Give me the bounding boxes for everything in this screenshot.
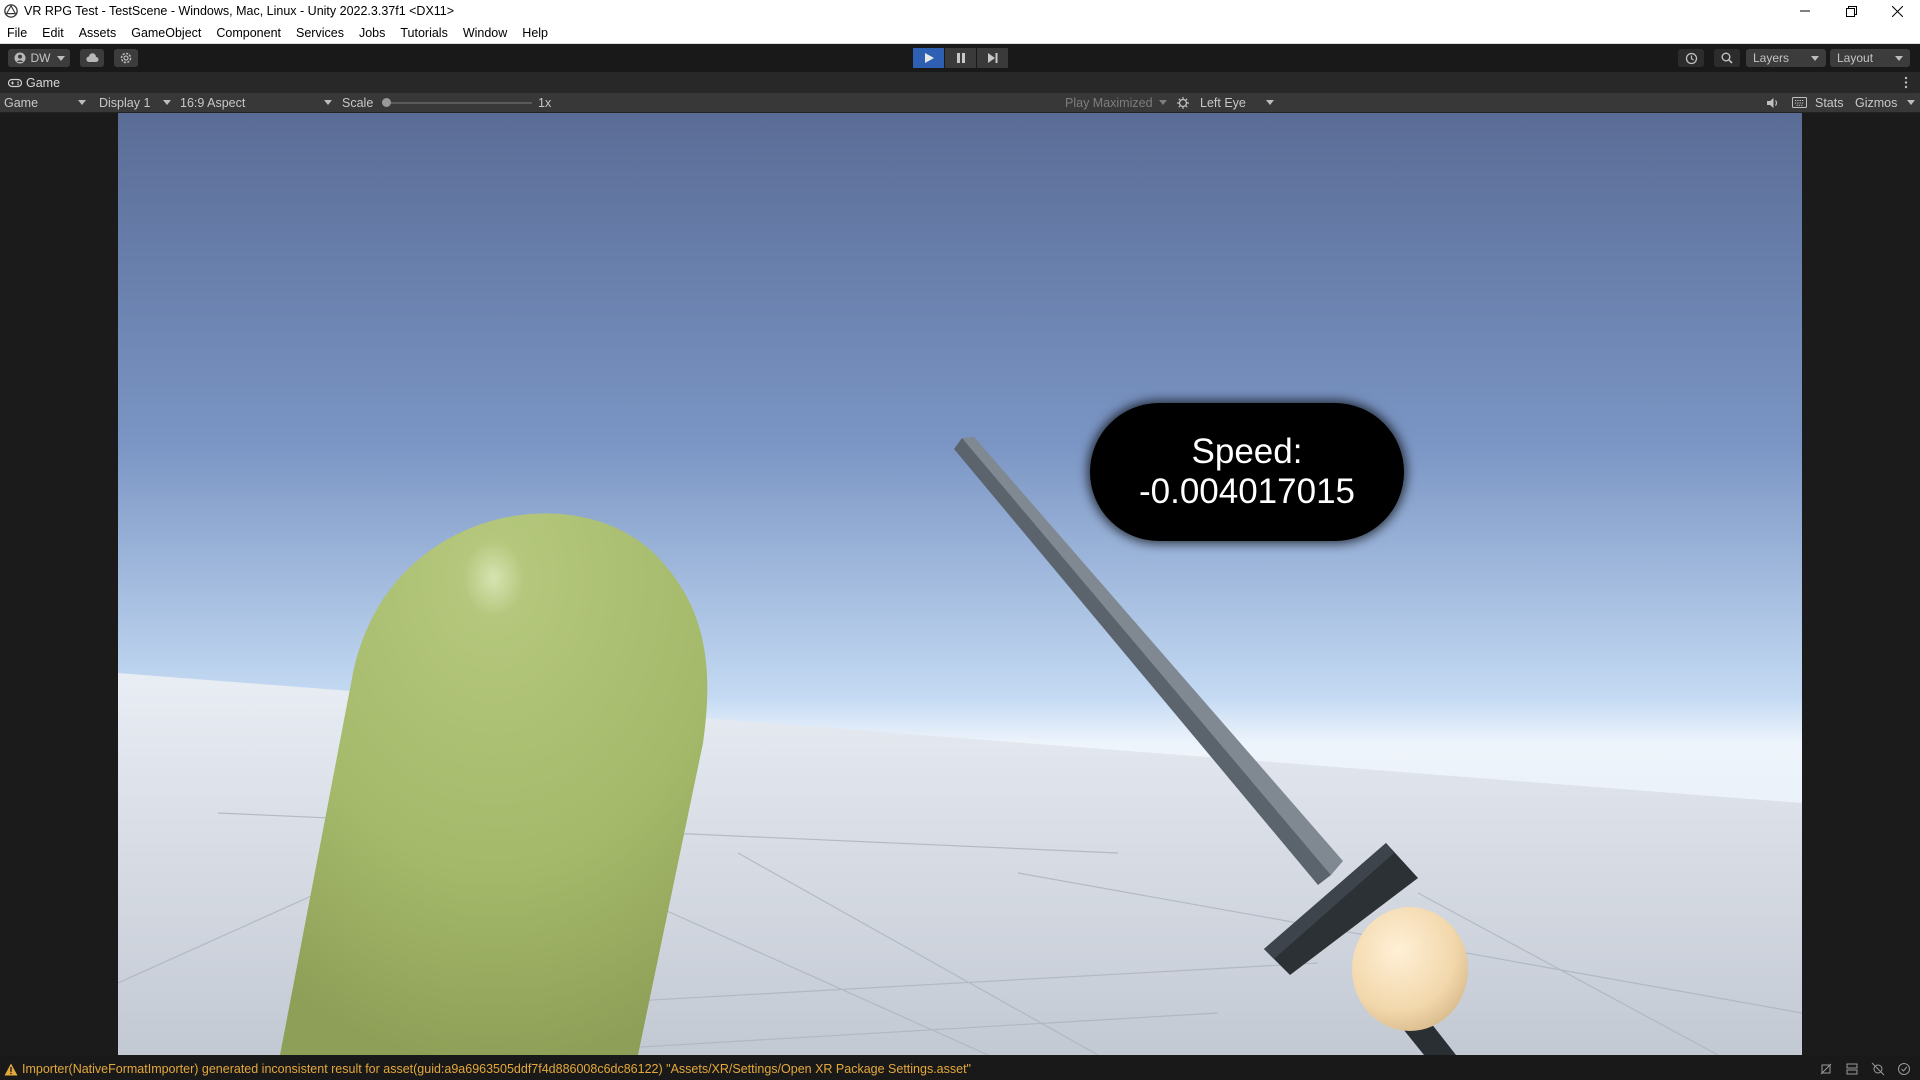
status-message[interactable]: Importer(NativeFormatImporter) generated… [22,1062,971,1076]
chevron-down-icon [1811,55,1819,61]
status-bar[interactable]: Importer(NativeFormatImporter) generated… [0,1058,1920,1080]
step-button[interactable] [977,48,1008,68]
tab-game[interactable]: Game [8,76,60,90]
unity-logo-icon [4,4,18,18]
scale-label: Scale [342,95,374,110]
menu-gameobject[interactable]: GameObject [123,26,208,40]
gizmos-dropdown[interactable]: Gizmos [1855,93,1915,112]
menu-edit[interactable]: Edit [34,26,71,40]
check-circle-icon[interactable] [1896,1061,1912,1077]
game-viewport[interactable]: Speed: -0.004017015 [118,113,1802,1055]
display-label: Display 1 [99,95,151,110]
chevron-down-icon [1159,100,1167,105]
scale-value: 1x [538,95,552,110]
account-label: DW [30,51,51,65]
more-options-icon[interactable] [1904,76,1908,89]
keyboard-toggle[interactable] [1792,93,1807,112]
hand-sphere [1352,907,1468,1031]
menu-window[interactable]: Window [455,26,514,40]
lighting-icon[interactable] [1870,1061,1886,1077]
debug-icon[interactable] [1818,1061,1834,1077]
cloud-button[interactable] [80,49,104,67]
game-view[interactable]: Speed: -0.004017015 [0,113,1920,1055]
window-title: VR RPG Test - TestScene - Windows, Mac, … [24,4,455,18]
chevron-down-icon [1895,55,1903,61]
chevron-down-icon [324,100,332,105]
tab-strip: Game [0,72,1920,93]
speed-value: -0.004017015 [1138,472,1356,511]
window-controls [1782,0,1920,22]
close-icon [1891,5,1903,17]
main-toolbar: DW Layers Layout [0,44,1920,71]
speed-label-bubble: Speed: -0.004017015 [1090,403,1404,541]
restore-icon [1845,5,1857,17]
scale-slider-track [382,102,532,104]
scale-slider[interactable] [382,98,532,107]
play-maximized-dropdown[interactable]: Play Maximized [1065,93,1169,112]
window-title-bar: VR RPG Test - TestScene - Windows, Mac, … [0,0,1920,22]
search-button[interactable] [1714,49,1740,67]
restore-button[interactable] [1828,0,1874,22]
menu-help[interactable]: Help [514,26,555,40]
bug-icon [1177,96,1189,109]
layers-label: Layers [1753,51,1790,65]
gamepad-icon [8,78,22,87]
view-mode-label: Game [4,95,39,110]
chevron-down-icon [1907,100,1915,105]
chevron-down-icon [56,55,65,61]
tab-label: Game [26,75,61,90]
gizmos-label: Gizmos [1855,95,1898,110]
speaker-icon [1767,97,1778,108]
play-icon [924,53,934,63]
eye-label: Left Eye [1200,95,1246,110]
status-icons [1808,1061,1912,1077]
account-icon [14,52,25,64]
step-icon [987,53,997,63]
bug-toggle[interactable] [1176,93,1190,112]
stats-button[interactable]: Stats [1815,93,1844,112]
game-scene [118,113,1802,1055]
gear-icon [120,52,132,64]
minimize-button[interactable] [1782,0,1828,22]
search-icon [1721,52,1733,64]
chevron-down-icon [163,100,171,105]
play-mode-label: Play Maximized [1065,95,1153,110]
minimize-icon [1800,10,1810,12]
pause-button[interactable] [945,48,976,68]
menu-jobs[interactable]: Jobs [351,26,392,40]
history-icon [1685,52,1697,64]
keyboard-icon [1792,97,1807,108]
menu-services[interactable]: Services [288,26,351,40]
collab-button[interactable] [114,49,138,67]
display-dropdown[interactable]: Display 1 [99,93,173,112]
aspect-dropdown[interactable]: 16:9 Aspect [180,93,334,112]
layout-dropdown[interactable]: Layout [1830,49,1910,67]
account-dropdown[interactable]: DW [8,49,70,67]
play-button[interactable] [913,48,944,68]
pause-icon [956,53,965,63]
mute-audio-toggle[interactable] [1766,93,1780,112]
menu-bar: File Edit Assets GameObject Component Se… [0,22,1920,44]
speed-label: Speed: [1191,432,1303,471]
scale-slider-thumb[interactable] [382,98,391,107]
game-view-toolbar: Game Display 1 16:9 Aspect Scale 1x Play… [0,93,1920,113]
menu-file[interactable]: File [0,26,34,40]
undo-history-button[interactable] [1678,49,1704,67]
menu-component[interactable]: Component [208,26,288,40]
play-controls [913,48,1009,68]
layers-dropdown[interactable]: Layers [1746,49,1826,67]
view-mode-dropdown[interactable]: Game [4,93,88,112]
aspect-label: 16:9 Aspect [180,95,246,110]
menu-assets[interactable]: Assets [71,26,124,40]
cache-server-icon[interactable] [1844,1061,1860,1077]
cloud-icon [86,53,99,62]
layout-label: Layout [1837,51,1874,65]
chevron-down-icon [78,100,86,105]
chevron-down-icon [1266,100,1274,105]
close-button[interactable] [1874,0,1920,22]
menu-tutorials[interactable]: Tutorials [392,26,454,40]
eye-dropdown[interactable]: Left Eye [1200,93,1276,112]
warning-icon [4,1063,18,1075]
